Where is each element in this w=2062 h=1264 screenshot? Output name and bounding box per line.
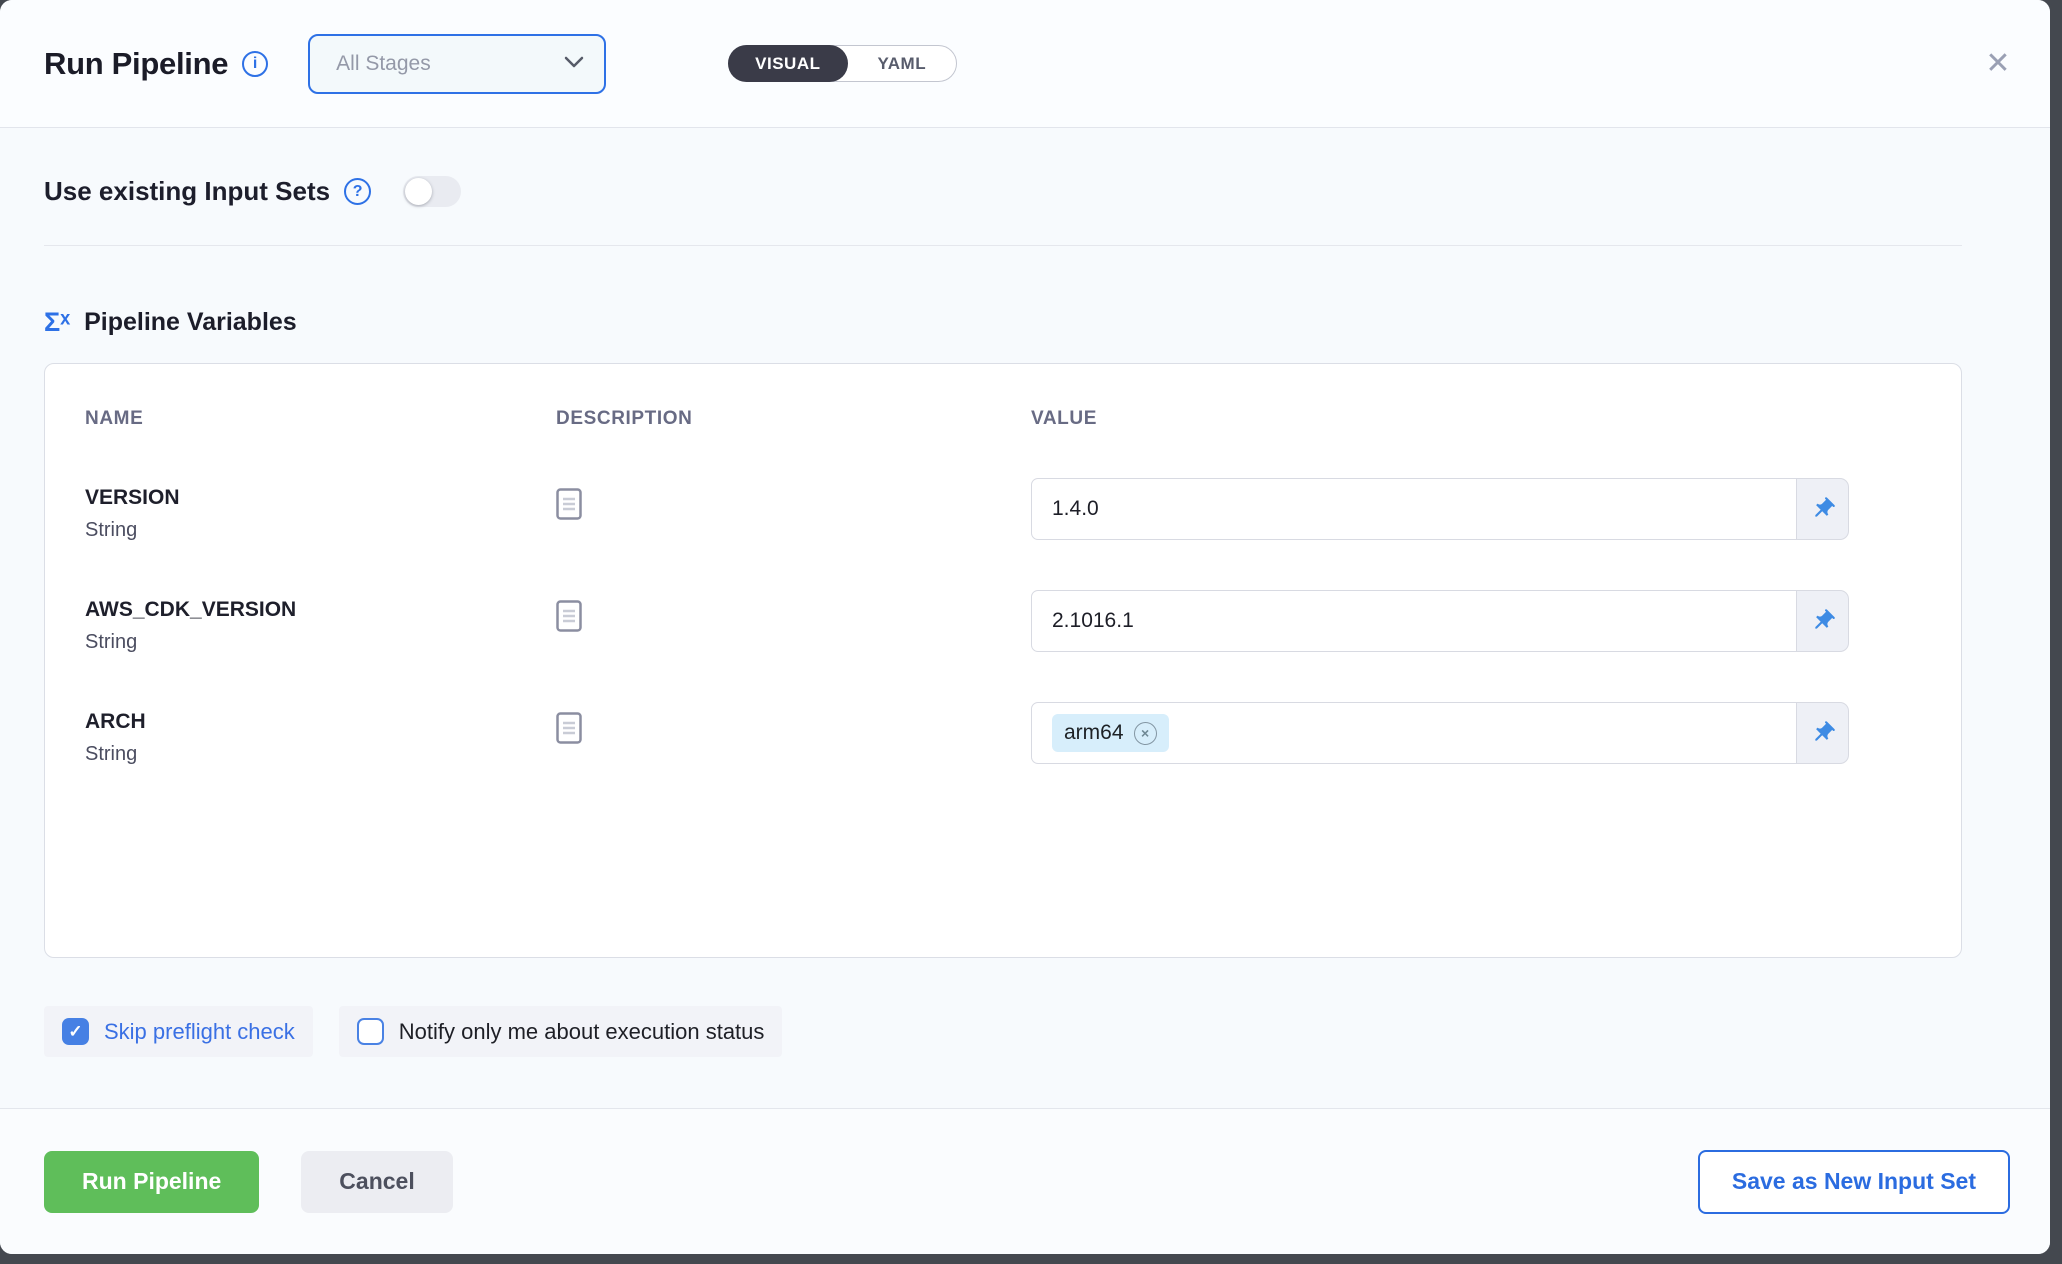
sigma-variables-icon: Σˣ bbox=[44, 309, 70, 336]
column-header-description: DESCRIPTION bbox=[556, 408, 1031, 430]
value-input-group bbox=[1031, 478, 1849, 540]
variable-name: VERSION bbox=[85, 486, 556, 510]
pipeline-variables-heading: Σˣ Pipeline Variables bbox=[44, 308, 1962, 337]
modal-header: Run Pipeline i All Stages VISUAL YAML ✕ bbox=[0, 0, 2050, 128]
value-cell: arm64 × bbox=[1031, 710, 1921, 764]
page-title: Run Pipeline bbox=[44, 46, 228, 82]
stage-select-value: All Stages bbox=[336, 52, 564, 76]
chip-label: arm64 bbox=[1064, 721, 1124, 745]
cancel-button[interactable]: Cancel bbox=[301, 1151, 452, 1213]
pin-button[interactable] bbox=[1797, 590, 1849, 652]
arm64-chip: arm64 × bbox=[1052, 714, 1169, 752]
value-input-group bbox=[1031, 590, 1849, 652]
notify-me-option[interactable]: Notify only me about execution status bbox=[339, 1006, 783, 1057]
execution-options-row: ✓ Skip preflight check Notify only me ab… bbox=[44, 1006, 1962, 1057]
variable-name-cell: ARCH String bbox=[85, 710, 556, 766]
save-as-new-input-set-button[interactable]: Save as New Input Set bbox=[1698, 1150, 2010, 1214]
info-icon[interactable]: i bbox=[242, 51, 268, 77]
version-value-input[interactable] bbox=[1031, 478, 1797, 540]
pipeline-variables-title: Pipeline Variables bbox=[84, 308, 297, 337]
description-doc-icon[interactable] bbox=[556, 712, 1031, 749]
arch-value-input[interactable]: arm64 × bbox=[1031, 702, 1797, 764]
table-row: ARCH String arm64 bbox=[85, 710, 1921, 766]
variable-name-cell: VERSION String bbox=[85, 486, 556, 542]
variables-header-row: NAME DESCRIPTION VALUE bbox=[85, 408, 1921, 430]
close-icon[interactable]: ✕ bbox=[1976, 42, 2020, 86]
variable-name: ARCH bbox=[85, 710, 556, 734]
pin-button[interactable] bbox=[1797, 478, 1849, 540]
run-pipeline-modal: Run Pipeline i All Stages VISUAL YAML ✕ … bbox=[0, 0, 2050, 1254]
stage-select-dropdown[interactable]: All Stages bbox=[308, 34, 606, 94]
visual-yaml-toggle: VISUAL YAML bbox=[728, 45, 957, 82]
variable-type: String bbox=[85, 519, 556, 542]
table-row: VERSION String bbox=[85, 486, 1921, 542]
tab-visual[interactable]: VISUAL bbox=[728, 45, 847, 82]
modal-footer: Run Pipeline Cancel Save as New Input Se… bbox=[0, 1108, 2050, 1254]
column-header-value: VALUE bbox=[1031, 408, 1921, 430]
skip-preflight-option[interactable]: ✓ Skip preflight check bbox=[44, 1006, 313, 1057]
use-existing-input-sets-label: Use existing Input Sets bbox=[44, 176, 330, 207]
variable-name: AWS_CDK_VERSION bbox=[85, 598, 556, 622]
variables-card: NAME DESCRIPTION VALUE VERSION String bbox=[44, 363, 1962, 958]
section-divider bbox=[44, 245, 1962, 246]
variable-name-cell: AWS_CDK_VERSION String bbox=[85, 598, 556, 654]
run-pipeline-button[interactable]: Run Pipeline bbox=[44, 1151, 259, 1213]
input-sets-toggle[interactable] bbox=[403, 176, 461, 207]
use-existing-input-sets-row: Use existing Input Sets ? bbox=[44, 176, 1962, 207]
value-cell bbox=[1031, 486, 1921, 540]
skip-preflight-checkbox[interactable]: ✓ bbox=[62, 1018, 89, 1045]
chevron-down-icon bbox=[564, 55, 584, 73]
chip-remove-icon[interactable]: × bbox=[1134, 722, 1157, 745]
table-row: AWS_CDK_VERSION String bbox=[85, 598, 1921, 654]
value-input-group: arm64 × bbox=[1031, 702, 1849, 764]
notify-me-label[interactable]: Notify only me about execution status bbox=[399, 1019, 765, 1045]
variable-type: String bbox=[85, 743, 556, 766]
value-cell bbox=[1031, 598, 1921, 652]
skip-preflight-label[interactable]: Skip preflight check bbox=[104, 1019, 295, 1045]
notify-me-checkbox[interactable] bbox=[357, 1018, 384, 1045]
description-doc-icon[interactable] bbox=[556, 600, 1031, 637]
pin-button[interactable] bbox=[1797, 702, 1849, 764]
help-icon[interactable]: ? bbox=[344, 178, 371, 205]
column-header-name: NAME bbox=[85, 408, 556, 430]
aws-cdk-version-value-input[interactable] bbox=[1031, 590, 1797, 652]
variable-type: String bbox=[85, 631, 556, 654]
description-doc-icon[interactable] bbox=[556, 488, 1031, 525]
toggle-knob bbox=[405, 178, 432, 205]
tab-yaml[interactable]: YAML bbox=[848, 46, 957, 81]
modal-body: Use existing Input Sets ? Σˣ Pipeline Va… bbox=[0, 128, 2050, 1108]
